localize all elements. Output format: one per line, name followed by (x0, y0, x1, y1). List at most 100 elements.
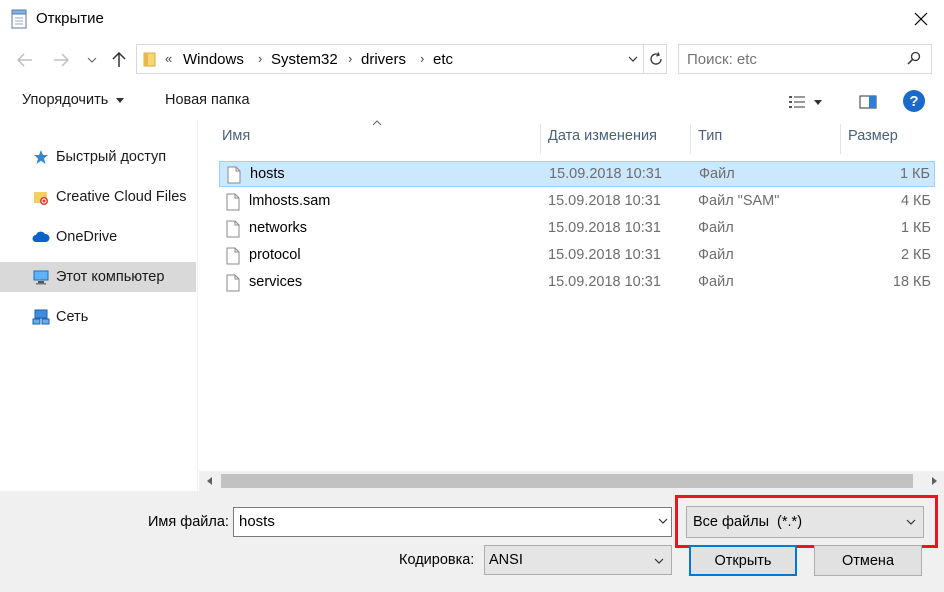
open-button[interactable]: Открыть (689, 545, 797, 576)
scrollbar-thumb[interactable] (221, 474, 913, 488)
file-name: hosts (250, 166, 285, 182)
breadcrumb-etc[interactable]: etc (433, 51, 453, 68)
file-name: lmhosts.sam (249, 193, 331, 209)
search-box[interactable] (678, 44, 932, 74)
organize-label: Упорядочить (22, 92, 109, 108)
filename-combobox[interactable] (233, 507, 672, 537)
chevron-down-icon (87, 57, 97, 63)
file-icon (226, 193, 240, 215)
nav-item-creative-cloud[interactable]: Creative Cloud Files (0, 182, 196, 212)
nav-item-label: Creative Cloud Files (56, 189, 187, 205)
chevron-right-icon[interactable]: › (348, 51, 352, 66)
horizontal-scrollbar[interactable] (199, 471, 944, 491)
details-view-icon (789, 96, 805, 108)
preview-pane-icon (859, 95, 877, 109)
filename-input[interactable] (239, 513, 639, 530)
change-view-button[interactable] (788, 90, 836, 114)
file-row[interactable]: protocol 15.09.2018 10:31 Файл 2 КБ (219, 243, 935, 269)
search-icon[interactable] (907, 51, 921, 68)
chevron-down-icon (628, 56, 637, 62)
chevron-right-icon[interactable]: › (420, 51, 424, 66)
file-name: networks (249, 220, 308, 236)
file-size: 4 КБ (900, 193, 931, 209)
column-header-name[interactable]: Имя (222, 128, 250, 144)
encoding-label: Кодировка: (399, 552, 475, 568)
column-header-type[interactable]: Тип (698, 128, 722, 144)
computer-icon (32, 268, 50, 286)
creative-cloud-folder-icon (32, 188, 50, 206)
arrow-up-icon (112, 52, 126, 67)
search-input[interactable] (687, 51, 897, 68)
file-size: 1 КБ (900, 220, 931, 236)
column-divider[interactable] (690, 124, 691, 154)
caret-left-icon (206, 477, 212, 485)
nav-item-onedrive[interactable]: OneDrive (0, 222, 196, 252)
file-type: Файл (698, 247, 734, 263)
column-divider[interactable] (840, 124, 841, 154)
help-button[interactable]: ? (903, 90, 925, 112)
address-dropdown-button[interactable] (621, 45, 643, 73)
caret-down-icon (116, 97, 125, 103)
address-bar[interactable]: « Windows › System32 › drivers › etc (136, 44, 667, 74)
close-icon (914, 12, 928, 26)
file-type: Файл (699, 166, 735, 182)
nav-item-this-pc[interactable]: Этот компьютер (0, 262, 196, 292)
scroll-left-button[interactable] (199, 471, 219, 491)
column-header-size[interactable]: Размер (848, 128, 898, 144)
window-title: Открытие (36, 10, 104, 27)
file-row[interactable]: networks 15.09.2018 10:31 Файл 1 КБ (219, 216, 935, 242)
file-row[interactable]: services 15.09.2018 10:31 Файл 18 КБ (219, 270, 935, 296)
file-type: Файл (698, 220, 734, 236)
nav-item-network[interactable]: Сеть (0, 302, 196, 332)
encoding-select[interactable]: ANSI (484, 545, 672, 575)
scroll-right-button[interactable] (924, 471, 944, 491)
folder-icon (143, 51, 157, 67)
cancel-button[interactable]: Отмена (814, 545, 922, 576)
organize-button[interactable]: Упорядочить (22, 92, 125, 108)
file-name: protocol (249, 247, 301, 263)
file-date: 15.09.2018 10:31 (548, 193, 661, 209)
breadcrumb-system32[interactable]: System32 (271, 51, 338, 68)
caret-down-icon (814, 99, 822, 105)
overflow-chevron[interactable]: « (165, 51, 172, 66)
up-button[interactable] (106, 46, 132, 74)
file-date: 15.09.2018 10:31 (548, 247, 661, 263)
file-size: 2 КБ (900, 247, 931, 263)
file-name: services (249, 274, 303, 290)
network-icon (32, 308, 50, 326)
nav-item-label: OneDrive (56, 229, 118, 245)
arrow-left-icon (17, 53, 32, 67)
file-date: 15.09.2018 10:31 (548, 220, 661, 236)
column-header-date[interactable]: Дата изменения (548, 128, 657, 144)
chevron-right-icon[interactable]: › (258, 51, 262, 66)
file-type: Файл (698, 274, 734, 290)
file-row[interactable]: lmhosts.sam 15.09.2018 10:31 Файл "SAM" … (219, 189, 935, 215)
nav-item-quick-access[interactable]: Быстрый доступ (0, 142, 196, 172)
chevron-down-icon[interactable] (657, 513, 669, 532)
encoding-value: ANSI (489, 552, 523, 568)
file-icon (226, 247, 240, 269)
breadcrumb-windows[interactable]: Windows (183, 51, 244, 68)
file-date: 15.09.2018 10:31 (549, 166, 662, 182)
nav-item-label: Сеть (56, 309, 89, 325)
breadcrumb-drivers[interactable]: drivers (361, 51, 406, 68)
file-size: 1 КБ (899, 166, 930, 182)
cloud-icon (32, 228, 50, 246)
star-icon (32, 148, 50, 166)
back-button[interactable] (10, 46, 40, 74)
question-icon: ? (909, 92, 919, 110)
file-icon (226, 220, 240, 242)
preview-pane-button[interactable] (857, 90, 879, 114)
new-folder-button[interactable]: Новая папка (165, 92, 250, 108)
arrow-right-icon (54, 53, 69, 67)
nav-item-label: Этот компьютер (56, 269, 165, 285)
highlight-annotation (675, 495, 938, 548)
refresh-button[interactable] (643, 45, 667, 73)
file-row[interactable]: hosts 15.09.2018 10:31 Файл 1 КБ (219, 161, 935, 187)
close-button[interactable] (898, 0, 944, 38)
column-divider[interactable] (540, 124, 541, 154)
forward-button[interactable] (46, 46, 76, 74)
recent-locations-button[interactable] (82, 46, 102, 74)
caret-right-icon (931, 477, 937, 485)
sort-ascending-icon (372, 118, 382, 129)
